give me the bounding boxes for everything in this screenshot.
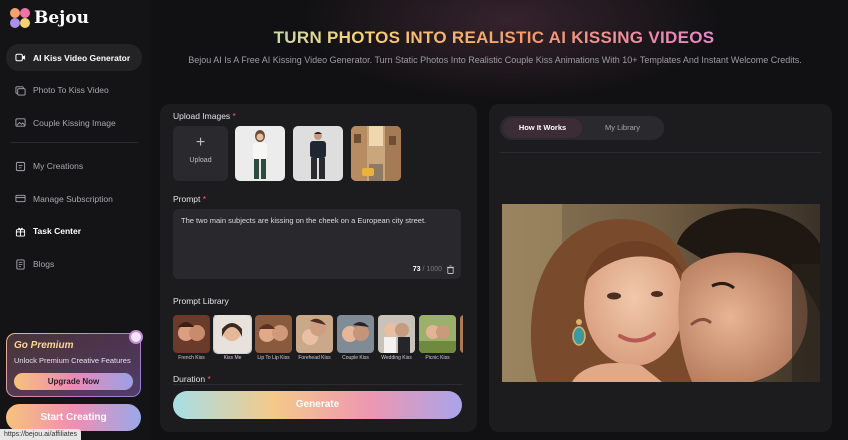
prompt-template-more[interactable] — [460, 315, 463, 365]
page-title: TURN PHOTOS INTO REALISTIC AI KISSING VI… — [160, 28, 828, 48]
prompt-text: The two main subjects are kissing on the… — [181, 216, 427, 225]
prompt-template-picnic-kiss[interactable]: Picnic Kiss — [419, 315, 456, 365]
plus-icon: + — [195, 134, 206, 151]
brand-name: Bejou — [34, 8, 90, 28]
prompt-template-lip-to-lip-kiss[interactable]: Lip To Lip Kiss — [255, 315, 292, 365]
tab-my-library[interactable]: My Library — [584, 118, 661, 138]
document-icon — [16, 259, 25, 270]
char-counter: 73 / 1000 — [412, 266, 442, 273]
preview-divider — [500, 152, 821, 153]
generator-form-panel: Upload Images * + Upload Prompt * The tw… — [160, 104, 477, 432]
photo-video-icon — [15, 85, 26, 96]
premium-badge-icon — [129, 330, 143, 344]
sidebar-item-label: Photo To Kiss Video — [33, 85, 109, 96]
form-divider — [173, 384, 463, 385]
premium-subtitle: Unlock Premium Creative Features — [14, 356, 131, 365]
image-icon — [15, 118, 26, 127]
prompt-library-list: French Kiss Kiss Me Lip To Lip Kiss Fore… — [173, 315, 463, 365]
brand-logo[interactable]: Bejou — [10, 8, 89, 28]
page-subtitle: Bejou AI Is A Free AI Kissing Video Gene… — [188, 55, 802, 65]
premium-card: Go Premium Unlock Premium Creative Featu… — [6, 330, 143, 397]
uploaded-image-man[interactable] — [293, 126, 343, 181]
sidebar-item-couple-kissing-image[interactable]: Couple Kissing Image — [6, 109, 142, 136]
duration-label: Duration * — [173, 374, 211, 384]
premium-title: Go Premium — [14, 340, 74, 351]
gift-icon — [15, 227, 26, 237]
uploaded-image-woman[interactable] — [235, 126, 285, 181]
tab-how-it-works[interactable]: How It Works — [503, 118, 582, 138]
sidebar-item-label: Task Center — [33, 226, 82, 237]
preview-panel: How It Works My Library — [489, 104, 832, 432]
status-bar-url: https://bejou.ai/affiliates — [0, 429, 82, 440]
prompt-textarea[interactable]: The two main subjects are kissing on the… — [173, 209, 461, 279]
preview-tabs: How It Works My Library — [500, 116, 664, 140]
sidebar-item-photo-to-kiss-video[interactable]: Photo To Kiss Video — [6, 77, 142, 104]
prompt-library-label: Prompt Library — [173, 296, 229, 306]
sidebar-item-manage-subscription[interactable]: Manage Subscription — [6, 185, 142, 212]
trash-icon[interactable] — [446, 265, 455, 274]
sidebar-item-label: Couple Kissing Image — [33, 117, 116, 128]
preview-image — [502, 204, 820, 382]
sidebar-item-ai-kiss-video-generator[interactable]: AI Kiss Video Generator — [6, 44, 142, 71]
generate-button[interactable]: Generate — [173, 391, 462, 419]
sidebar-item-my-creations[interactable]: My Creations — [6, 153, 142, 180]
sidebar-item-label: My Creations — [33, 161, 84, 172]
sidebar: Bejou AI Kiss Video Generator Photo To K… — [0, 0, 150, 440]
start-creating-button[interactable]: Start Creating — [6, 404, 141, 431]
prompt-template-forehead-kiss[interactable]: Forehead Kiss — [296, 315, 333, 365]
prompt-template-wedding-kiss[interactable]: Wedding Kiss — [378, 315, 415, 365]
prompt-template-couple-kiss[interactable]: Couple Kiss — [337, 315, 374, 365]
prompt-template-kiss-me[interactable]: Kiss Me — [213, 315, 252, 365]
upload-button[interactable]: + Upload — [173, 126, 228, 181]
upload-images-label: Upload Images * — [173, 111, 236, 121]
folder-icon — [15, 161, 26, 171]
flower-logo-icon — [10, 8, 30, 28]
prompt-template-french-kiss[interactable]: French Kiss — [173, 315, 210, 365]
sidebar-item-label: AI Kiss Video Generator — [33, 52, 131, 63]
sidebar-item-blogs[interactable]: Blogs — [6, 251, 142, 278]
card-icon — [15, 195, 26, 203]
sidebar-item-label: Manage Subscription — [33, 193, 113, 204]
sidebar-item-task-center[interactable]: Task Center — [6, 218, 142, 245]
sidebar-divider — [10, 141, 138, 143]
sidebar-nav: AI Kiss Video Generator Photo To Kiss Vi… — [6, 44, 142, 283]
uploaded-image-street[interactable] — [351, 126, 401, 181]
upgrade-now-button[interactable]: Upgrade Now — [14, 373, 133, 390]
prompt-label: Prompt * — [173, 194, 207, 204]
video-sparkle-icon — [15, 53, 26, 62]
sidebar-item-label: Blogs — [33, 259, 55, 270]
